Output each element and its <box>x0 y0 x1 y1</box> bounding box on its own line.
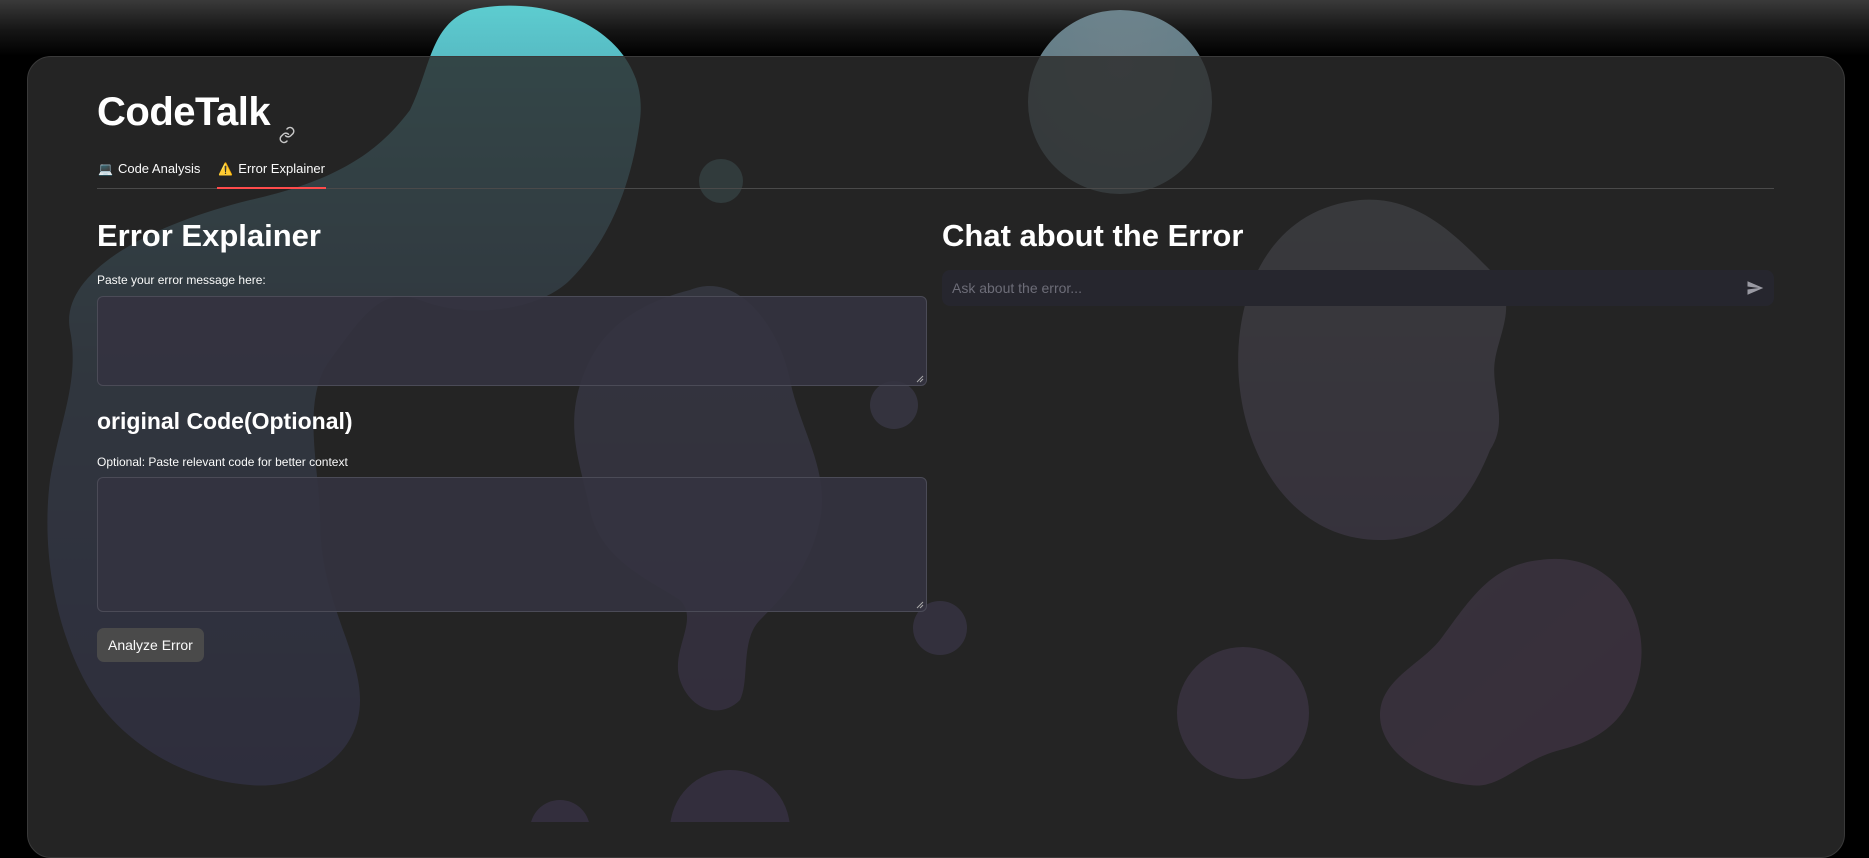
tab-label: Error Explainer <box>238 161 325 176</box>
original-code-input[interactable] <box>97 477 927 612</box>
tab-code-analysis[interactable]: 💻 Code Analysis <box>97 158 201 188</box>
error-message-value <box>98 297 926 313</box>
analyze-error-button[interactable]: Analyze Error <box>97 628 204 662</box>
original-code-heading: original Code(Optional) <box>97 408 353 434</box>
chat-input[interactable] <box>950 279 1746 297</box>
tab-error-explainer[interactable]: ⚠️ Error Explainer <box>217 158 326 189</box>
laptop-icon: 💻 <box>98 162 113 176</box>
resize-handle-icon[interactable] <box>916 375 924 383</box>
error-message-input[interactable] <box>97 296 927 386</box>
chat-heading: Chat about the Error <box>942 218 1244 253</box>
tab-label: Code Analysis <box>117 161 201 176</box>
link-icon[interactable] <box>278 107 296 144</box>
tab-bar: 💻 Code Analysis ⚠️ Error Explainer <box>97 158 1774 189</box>
warning-icon: ⚠️ <box>218 162 234 176</box>
original-code-value <box>98 478 926 494</box>
app-title-text: CodeTalk <box>97 90 271 134</box>
send-icon[interactable] <box>1746 279 1764 297</box>
chat-input-container <box>942 270 1774 306</box>
error-explainer-heading: Error Explainer <box>97 218 321 253</box>
original-code-label: Optional: Paste relevant code for better… <box>97 455 348 469</box>
resize-handle-icon[interactable] <box>916 601 924 609</box>
app-title: CodeTalk <box>97 88 296 144</box>
error-message-label: Paste your error message here: <box>97 273 266 287</box>
